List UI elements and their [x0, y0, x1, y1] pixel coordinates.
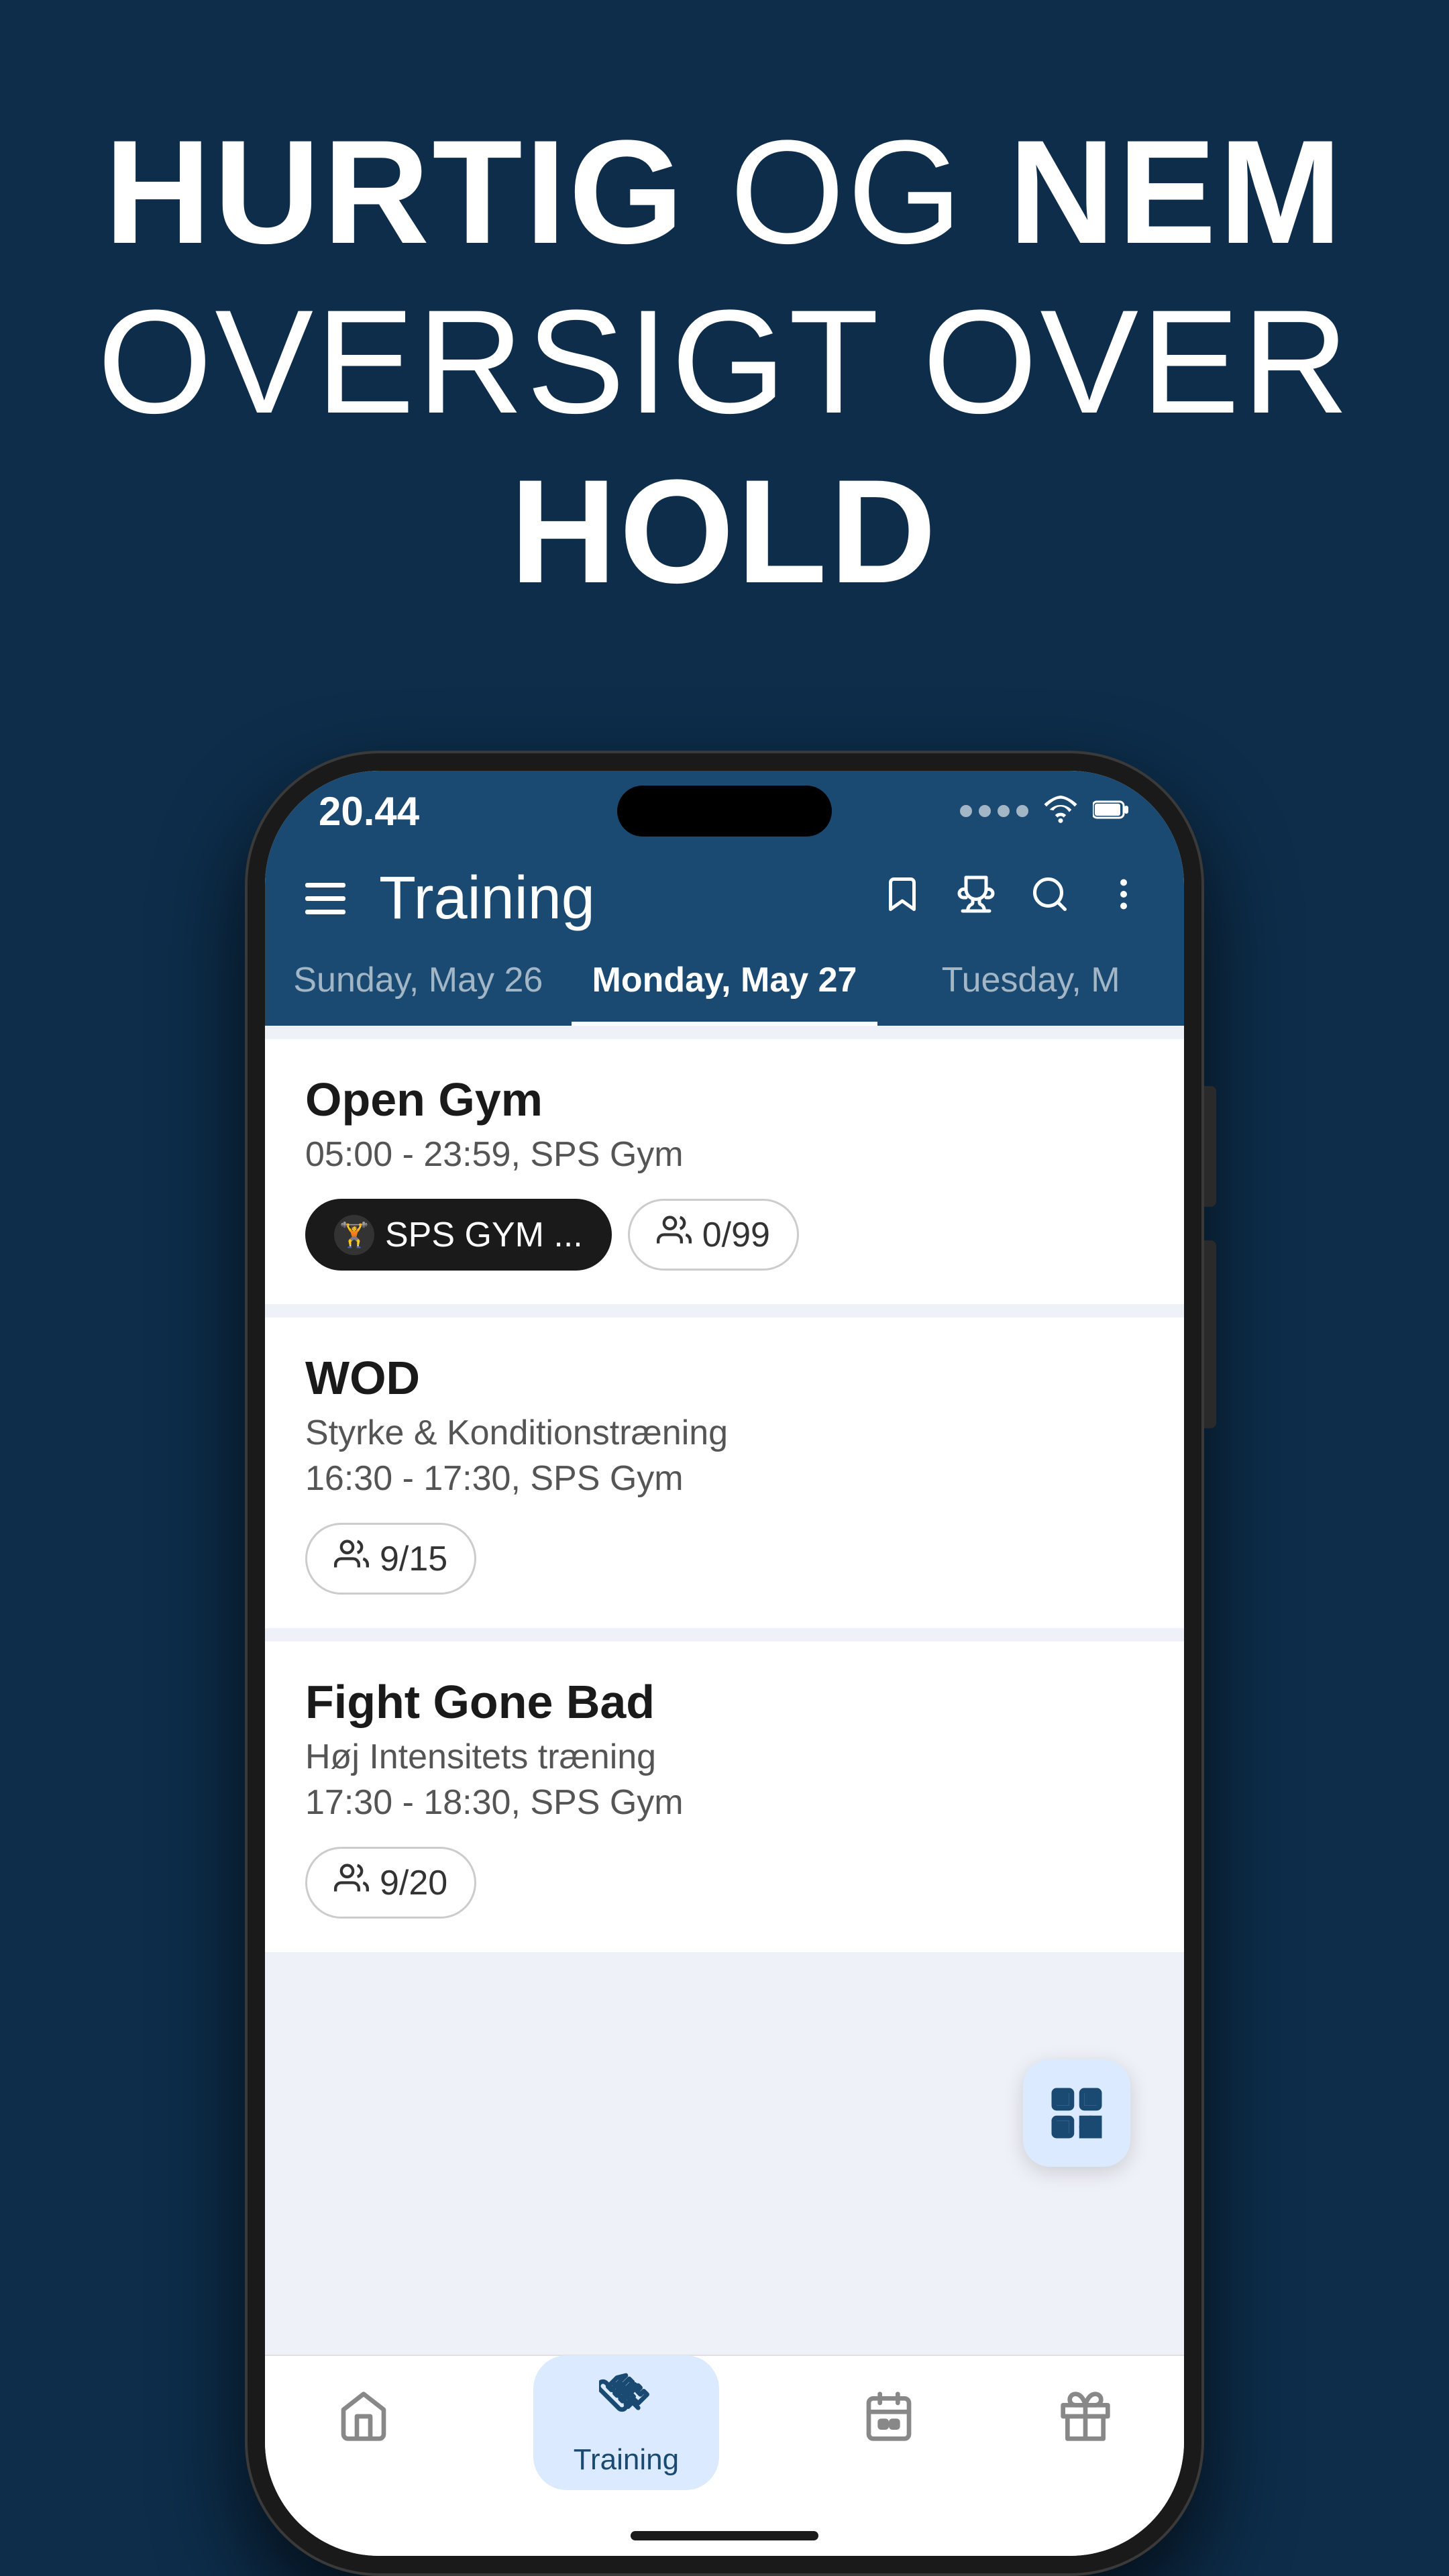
calendar-icon [862, 2390, 916, 2456]
header-icons [882, 871, 1144, 925]
phone-mockup: 20.44 [245, 751, 1204, 2576]
wifi-icon [1042, 791, 1079, 832]
nav-gift[interactable] [1032, 2376, 1139, 2469]
search-icon[interactable] [1030, 871, 1070, 925]
hero-bold1: HURTIG [105, 109, 686, 274]
more-icon[interactable] [1104, 871, 1144, 925]
trophy-icon[interactable] [956, 871, 996, 925]
class-time-wod: 16:30 - 17:30, SPS Gym [305, 1458, 1144, 1499]
class-tags-open-gym: 🏋 SPS GYM ... [305, 1199, 1144, 1271]
tab-monday[interactable]: Monday, May 27 [572, 945, 878, 1026]
nav-home[interactable] [310, 2376, 417, 2469]
dot4 [1016, 805, 1028, 817]
tab-tuesday[interactable]: Tuesday, M [877, 945, 1184, 1026]
dumbbell-icon [599, 2369, 653, 2435]
class-name-wod: WOD [305, 1351, 1144, 1405]
phone-volume-button [1204, 1086, 1216, 1207]
status-bar: 20.44 [265, 771, 1184, 851]
nav-calendar[interactable] [835, 2376, 943, 2469]
class-name-fgb: Fight Gone Bad [305, 1675, 1144, 1729]
hero-line1: HURTIG OG NEM [0, 107, 1449, 277]
nav-training-label: Training [574, 2443, 679, 2477]
status-time: 20.44 [319, 788, 419, 835]
home-indicator [631, 2531, 818, 2540]
capacity-tag-fgb[interactable]: 9/20 [305, 1847, 476, 1919]
people-icon-fgb [334, 1861, 369, 1904]
class-card-fight-gone-bad[interactable]: Fight Gone Bad Høj Intensitets træning 1… [265, 1642, 1184, 1952]
class-card-open-gym[interactable]: Open Gym 05:00 - 23:59, SPS Gym 🏋 SPS GY… [265, 1039, 1184, 1304]
home-bar [265, 2516, 1184, 2556]
app-header: Training [265, 851, 1184, 945]
nav-training[interactable]: Training [506, 2342, 746, 2504]
hamburger-line2 [305, 896, 345, 901]
capacity-tag-open-gym[interactable]: 0/99 [628, 1199, 799, 1271]
class-time-open-gym: 05:00 - 23:59, SPS Gym [305, 1134, 1144, 1175]
phone-power-button [1204, 1240, 1216, 1428]
hamburger-line1 [305, 883, 345, 888]
qr-fab-button[interactable] [1023, 2059, 1130, 2167]
app-title: Training [379, 864, 855, 933]
class-name-open-gym: Open Gym [305, 1073, 1144, 1126]
content-area: Open Gym 05:00 - 23:59, SPS Gym 🏋 SPS GY… [265, 1026, 1184, 2355]
dot2 [979, 805, 991, 817]
phone-outer: 20.44 [245, 751, 1204, 2576]
class-card-wod[interactable]: WOD Styrke & Konditionstræning 16:30 - 1… [265, 1318, 1184, 1628]
tab-sunday[interactable]: Sunday, May 26 [265, 945, 572, 1026]
status-icons [960, 791, 1130, 832]
bookmark-icon[interactable] [882, 871, 922, 925]
signal-dots [960, 805, 1028, 817]
hero-section: HURTIG OG NEM OVERSIGT OVER HOLD [0, 107, 1449, 616]
dot3 [998, 805, 1010, 817]
people-icon-wod [334, 1537, 369, 1580]
hero-og: OG [686, 109, 1009, 274]
hero-line2: OVERSIGT OVER HOLD [0, 277, 1449, 616]
class-tags-fgb: 9/20 [305, 1847, 1144, 1919]
hero-bold2: NEM [1008, 109, 1344, 274]
gift-icon [1059, 2390, 1112, 2456]
battery-icon [1093, 791, 1130, 832]
day-tabs: Sunday, May 26 Monday, May 27 Tuesday, M [265, 945, 1184, 1026]
class-subtitle-fgb: Høj Intensitets træning [305, 1737, 1144, 1777]
class-tags-wod: 9/15 [305, 1523, 1144, 1595]
hero-normal2: OVERSIGT OVER [97, 279, 1351, 444]
class-time-fgb: 17:30 - 18:30, SPS Gym [305, 1782, 1144, 1823]
hamburger-button[interactable] [305, 883, 345, 914]
bottom-nav: Training [265, 2355, 1184, 2516]
people-icon [657, 1213, 692, 1256]
home-icon [337, 2390, 390, 2456]
gym-tag[interactable]: 🏋 SPS GYM ... [305, 1199, 612, 1271]
dynamic-island [617, 786, 832, 837]
dot1 [960, 805, 972, 817]
capacity-tag-wod[interactable]: 9/15 [305, 1523, 476, 1595]
hamburger-line3 [305, 910, 345, 914]
gym-logo: 🏋 [334, 1215, 374, 1255]
phone-screen: 20.44 [265, 771, 1184, 2556]
hero-bold3: HOLD [510, 449, 938, 614]
class-subtitle-wod: Styrke & Konditionstræning [305, 1413, 1144, 1453]
